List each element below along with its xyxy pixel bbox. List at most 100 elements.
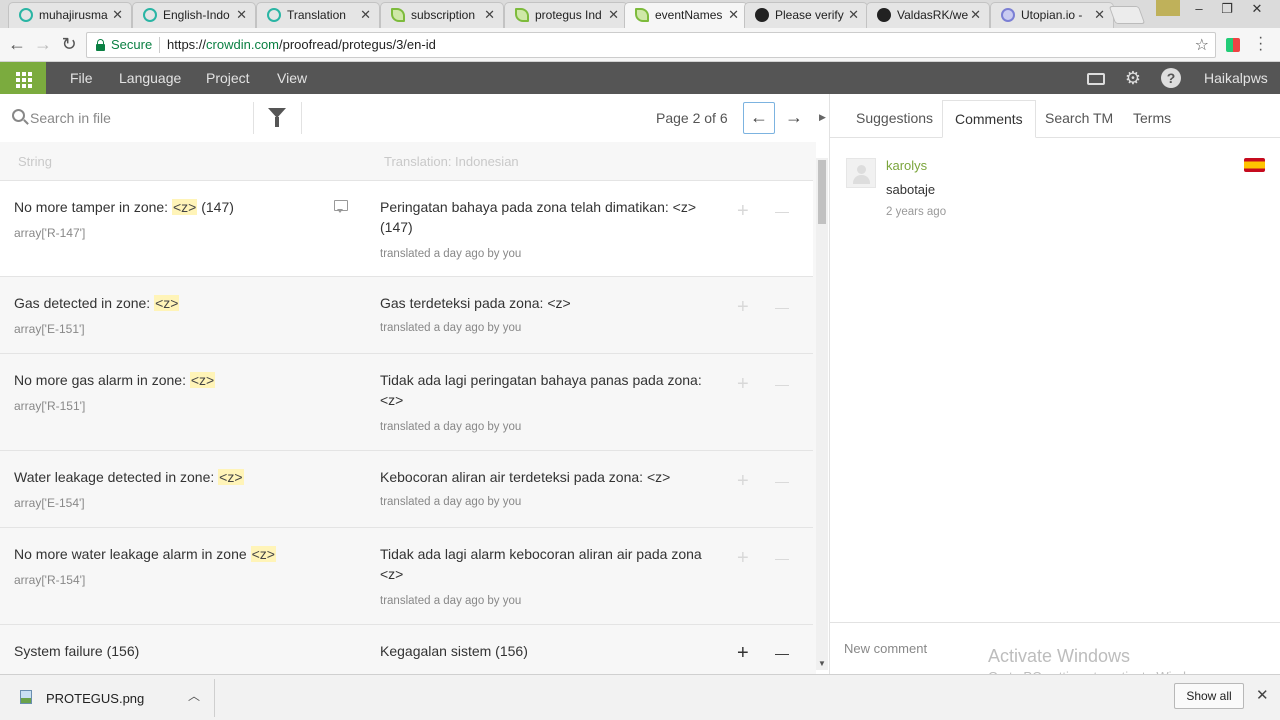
tab-comments[interactable]: Comments xyxy=(942,100,1036,138)
toolbar-divider xyxy=(301,102,302,134)
translation-text[interactable]: Tidak ada lagi peringatan bahaya panas p… xyxy=(380,370,710,410)
tab-close-icon[interactable]: ✕ xyxy=(236,3,247,27)
apps-grid-dot xyxy=(22,78,26,82)
translation-text[interactable]: Tidak ada lagi alarm kebocoran aliran ai… xyxy=(380,544,710,584)
browser-tab-title: Please verify xyxy=(775,8,844,22)
url-omnibox[interactable]: Secure https://crowdin.com/proofread/pro… xyxy=(86,32,1216,58)
editor-scrollbar[interactable] xyxy=(816,158,828,670)
source-text-suffix: (147) xyxy=(197,199,234,215)
string-row[interactable]: No more gas alarm in zone: <z> array['R-1… xyxy=(0,353,813,450)
omnibox-separator xyxy=(159,37,160,53)
apps-grid-icon[interactable] xyxy=(0,62,46,94)
menu-language[interactable]: Language xyxy=(119,62,181,94)
secure-label: Secure xyxy=(111,37,153,52)
browser-tab[interactable]: Please verify ✕ xyxy=(744,2,868,28)
forward-arrow-icon[interactable]: → xyxy=(32,34,54,56)
scroll-down-icon[interactable]: ▼ xyxy=(818,659,826,668)
browser-tab-title: muhajirusma xyxy=(39,8,108,22)
tab-close-icon[interactable]: ✕ xyxy=(728,3,739,27)
gear-icon[interactable]: ⚙ xyxy=(1123,68,1143,88)
page-indicator: Page 2 of 6 xyxy=(656,110,728,126)
menu-file[interactable]: File xyxy=(70,62,93,94)
username[interactable]: Haikalpws xyxy=(1204,62,1268,94)
tab-close-icon[interactable]: ✕ xyxy=(1094,3,1105,27)
bookmark-star-icon[interactable]: ☆ xyxy=(1195,35,1209,55)
tab-close-icon[interactable]: ✕ xyxy=(970,3,981,27)
string-row[interactable]: Gas detected in zone: <z> array['E-151'] G… xyxy=(0,276,813,353)
comment-icon[interactable] xyxy=(334,200,348,213)
translation-text[interactable]: Peringatan bahaya pada zona telah dimati… xyxy=(380,197,710,237)
vote-minus-icon[interactable]: — xyxy=(775,297,789,317)
comment-timestamp: 2 years ago xyxy=(886,206,947,218)
back-arrow-icon[interactable]: ← xyxy=(6,34,28,56)
string-row[interactable]: Water leakage detected in zone: <z> array… xyxy=(0,450,813,527)
scrollbar-thumb[interactable] xyxy=(818,160,826,224)
browser-tab-title: subscription xyxy=(411,8,476,22)
browser-tab[interactable]: muhajirusma ✕ xyxy=(8,2,132,28)
help-icon[interactable]: ? xyxy=(1161,68,1181,88)
previous-page-button[interactable]: ← xyxy=(743,102,775,134)
close-icon[interactable]: ✕ xyxy=(1256,686,1269,704)
comment-author[interactable]: karolys xyxy=(886,158,927,173)
next-page-button[interactable]: → xyxy=(780,102,808,134)
maximize-icon[interactable]: ❐ xyxy=(1212,0,1242,20)
translation-text[interactable]: Kegagalan sistem (156) xyxy=(380,641,710,661)
apps-grid-dot xyxy=(22,84,26,88)
download-bar: PROTEGUS.png ︿ Show all ✕ xyxy=(0,674,1280,720)
browser-tab[interactable]: English-Indo ✕ xyxy=(132,2,256,28)
tab-terms[interactable]: Terms xyxy=(1121,100,1183,138)
tab-close-icon[interactable]: ✕ xyxy=(608,3,619,27)
browser-tab[interactable]: eventNames ✕ xyxy=(624,2,748,28)
profile-button[interactable] xyxy=(1156,0,1180,16)
menu-view[interactable]: View xyxy=(277,62,307,94)
approve-plus-icon[interactable]: + xyxy=(737,297,749,317)
vote-minus-icon[interactable]: — xyxy=(775,374,789,394)
menu-project[interactable]: Project xyxy=(206,62,250,94)
download-file-name[interactable]: PROTEGUS.png xyxy=(46,691,144,706)
string-row[interactable]: System failure (156) Kegagalan sistem (15… xyxy=(0,624,813,670)
approve-plus-icon[interactable]: + xyxy=(737,374,749,394)
browser-tab[interactable]: Translation ✕ xyxy=(256,2,380,28)
translation-text[interactable]: Gas terdeteksi pada zona: <z> xyxy=(380,293,710,313)
show-all-button[interactable]: Show all xyxy=(1174,683,1244,709)
vote-minus-icon[interactable]: — xyxy=(775,201,789,221)
approve-plus-icon[interactable]: + xyxy=(737,471,749,491)
editor-toolbar: Page 2 of 6 ← → xyxy=(0,94,816,142)
window-close-icon[interactable]: ✕ xyxy=(1242,0,1272,20)
tab-close-icon[interactable]: ✕ xyxy=(848,3,859,27)
tab-suggestions[interactable]: Suggestions xyxy=(844,100,945,138)
new-tab-button[interactable] xyxy=(1108,6,1146,24)
url-text[interactable]: https://crowdin.com/proofread/protegus/3… xyxy=(167,37,436,52)
vote-minus-icon[interactable]: — xyxy=(775,471,789,491)
translation-meta: translated a day ago by you xyxy=(380,248,522,260)
tab-search-tm[interactable]: Search TM xyxy=(1033,100,1125,138)
browser-tab[interactable]: ValdasRK/we ✕ xyxy=(866,2,990,28)
approve-plus-icon[interactable]: + xyxy=(737,201,749,221)
tab-close-icon[interactable]: ✕ xyxy=(112,3,123,27)
browser-tab[interactable]: protegus Ind ✕ xyxy=(504,2,628,28)
browser-tab[interactable]: subscription ✕ xyxy=(380,2,504,28)
search-input[interactable] xyxy=(30,106,246,130)
extension-icon[interactable] xyxy=(1226,38,1240,52)
minimize-icon[interactable]: – xyxy=(1184,0,1214,20)
vote-minus-icon[interactable]: — xyxy=(775,643,789,663)
string-row[interactable]: No more water leakage alarm in zone <z> a… xyxy=(0,527,813,624)
column-header-string: String xyxy=(18,154,52,169)
browser-tab[interactable]: Utopian.io - ✕ xyxy=(990,2,1114,28)
approve-plus-icon[interactable]: + xyxy=(737,548,749,568)
vote-minus-icon[interactable]: — xyxy=(775,548,789,568)
browser-tab-title: Utopian.io - xyxy=(1021,8,1083,22)
string-key: array['E-151'] xyxy=(14,322,85,336)
filter-icon[interactable] xyxy=(268,108,286,127)
reload-icon[interactable]: ↻ xyxy=(58,34,80,56)
string-row[interactable]: No more tamper in zone: <z> (147) array['… xyxy=(0,180,813,276)
approve-plus-icon[interactable]: + xyxy=(737,643,749,663)
browser-menu-icon[interactable]: · · · xyxy=(1258,30,1266,58)
tab-close-icon[interactable]: ✕ xyxy=(484,3,495,27)
collapse-panel-icon[interactable]: ▶ xyxy=(819,112,826,123)
translation-text[interactable]: Kebocoran aliran air terdeteksi pada zon… xyxy=(380,467,710,487)
keyboard-icon[interactable] xyxy=(1087,73,1105,85)
chevron-up-icon[interactable]: ︿ xyxy=(188,687,200,704)
tab-close-icon[interactable]: ✕ xyxy=(360,3,371,27)
source-text: No more gas alarm in zone: <z> xyxy=(14,370,334,390)
